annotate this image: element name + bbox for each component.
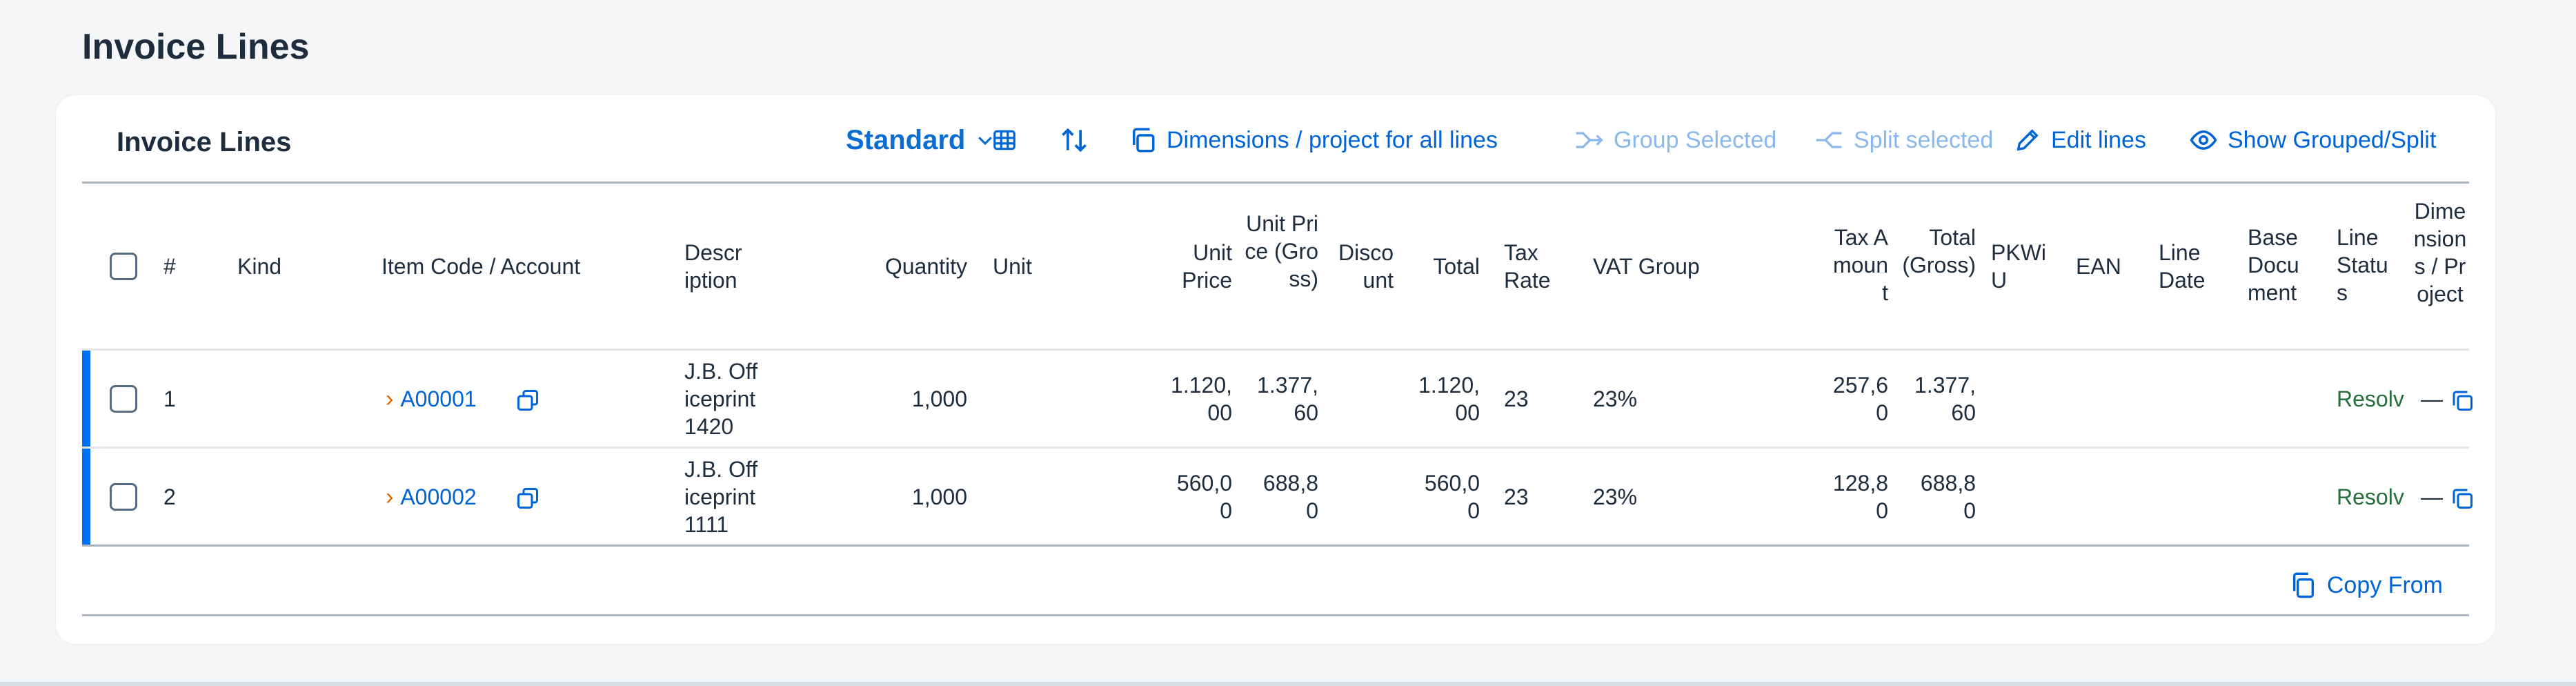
merge-icon xyxy=(1576,132,1603,148)
col-kind[interactable]: Kind xyxy=(237,253,341,280)
sort-icon xyxy=(1062,128,1087,153)
table-header: # Kind Item Code / Account Description Q… xyxy=(82,184,2469,351)
table-title: Invoice Lines xyxy=(117,127,292,157)
unit-price-cell: 1.120,00 xyxy=(1171,373,1232,425)
invoice-lines-card: Invoice Lines Standard Dimensions / proj… xyxy=(56,95,2495,644)
copy-from-label: Copy From xyxy=(2326,571,2443,598)
copy-from-button[interactable]: Copy From xyxy=(2290,571,2443,599)
item-code-link[interactable]: › A00001 xyxy=(386,385,524,413)
column-settings-button[interactable] xyxy=(991,123,1018,157)
col-dimensions[interactable]: Dimensions / Project xyxy=(2411,197,2469,308)
sort-button[interactable] xyxy=(1059,123,1089,157)
row-checkbox[interactable] xyxy=(110,385,137,413)
quantity-cell: 1,000 xyxy=(911,484,967,509)
row-number: 1 xyxy=(164,386,176,411)
item-code-link[interactable]: › A00002 xyxy=(386,483,524,511)
description-cell: J.B. Officeprint 1420 xyxy=(684,359,758,439)
col-unit[interactable]: Unit xyxy=(993,253,1076,280)
split-selected-label: Split selected xyxy=(1854,126,1994,153)
row-checkbox[interactable] xyxy=(110,483,137,511)
col-pkwiu[interactable]: PKWiU xyxy=(1991,239,2054,294)
copy-icon xyxy=(2292,572,2314,598)
col-unit-price-gross[interactable]: Unit Price (Gross) xyxy=(1241,210,1318,293)
col-quantity[interactable]: Quantity xyxy=(772,253,967,280)
show-grouped-split-button[interactable]: Show Grouped/Split xyxy=(2189,123,2436,157)
total-gross-cell: 688,80 xyxy=(1920,471,1976,523)
dimensions-cell: — xyxy=(2421,386,2443,411)
description-cell: J.B. Officeprint 1111 xyxy=(684,457,758,537)
tax-rate-cell: 23 xyxy=(1504,484,1529,509)
col-vat-group[interactable]: VAT Group xyxy=(1593,253,1731,280)
dimensions-icon[interactable] xyxy=(2450,388,2475,413)
eye-icon xyxy=(2190,130,2217,150)
copy-stack-icon xyxy=(1133,128,1155,153)
row-selection-indicator xyxy=(82,449,90,545)
table-toolbar: Invoice Lines Standard Dimensions / proj… xyxy=(82,95,2469,184)
unit-price-gross-cell: 1.377,60 xyxy=(1257,373,1318,425)
edit-lines-label: Edit lines xyxy=(2051,126,2146,153)
pencil-icon xyxy=(2017,129,2039,151)
col-total-gross[interactable]: Total (Gross) xyxy=(1900,224,1976,279)
unit-price-cell: 560,00 xyxy=(1176,471,1232,523)
dimensions-icon[interactable] xyxy=(2450,486,2475,511)
vat-group-cell: 23% xyxy=(1593,484,1638,509)
col-num[interactable]: # xyxy=(164,253,191,280)
table-row[interactable]: 1 › A00001 J.B. Officeprint 1420 1,000 1… xyxy=(82,351,2473,449)
col-line-status[interactable]: Line Status xyxy=(2337,224,2399,306)
table-settings-icon xyxy=(993,130,1015,150)
variant-selector[interactable]: Standard xyxy=(846,123,995,157)
show-grouped-split-label: Show Grouped/Split xyxy=(2228,126,2437,153)
row-selection-indicator xyxy=(82,351,90,447)
dimensions-all-lines-button[interactable]: Dimensions / project for all lines xyxy=(1128,123,1498,157)
col-description[interactable]: Description xyxy=(684,239,744,294)
line-status-cell: Resolv xyxy=(2337,386,2404,411)
total-cell: 1.120,00 xyxy=(1418,373,1480,425)
col-item-code[interactable]: Item Code / Account xyxy=(382,253,644,280)
table-row[interactable]: 2 › A00002 J.B. Officeprint 1111 1,000 5… xyxy=(82,449,2473,547)
dimensions-all-lines-label: Dimensions / project for all lines xyxy=(1167,126,1498,153)
col-total[interactable]: Total xyxy=(1407,253,1480,280)
line-status-cell: Resolv xyxy=(2337,484,2404,509)
select-all-checkbox[interactable] xyxy=(110,253,137,280)
vat-group-cell: 23% xyxy=(1593,386,1638,411)
unit-price-gross-cell: 688,80 xyxy=(1262,471,1318,523)
tax-rate-cell: 23 xyxy=(1504,386,1529,411)
col-tax-rate[interactable]: Tax Rate xyxy=(1504,239,1559,294)
split-icon xyxy=(1816,132,1842,148)
row-number: 2 xyxy=(164,484,176,509)
chevron-right-icon: › xyxy=(386,484,394,510)
total-cell: 560,00 xyxy=(1424,471,1480,523)
item-code-text: A00002 xyxy=(400,484,477,509)
page-title: Invoice Lines xyxy=(82,27,310,67)
bottom-divider xyxy=(0,682,2576,686)
tax-amount-cell: 128,80 xyxy=(1832,471,1888,523)
col-ean[interactable]: EAN xyxy=(2076,253,2138,280)
split-selected-button[interactable]: Split selected xyxy=(1814,123,1993,157)
col-base-document[interactable]: Base Document xyxy=(2248,224,2310,306)
group-selected-button[interactable]: Group Selected xyxy=(1574,123,1776,157)
total-gross-cell: 1.377,60 xyxy=(1914,373,1976,425)
item-code-text: A00001 xyxy=(400,386,477,411)
dimensions-cell: — xyxy=(2421,484,2443,509)
tax-amount-cell: 257,60 xyxy=(1832,373,1888,425)
col-line-date[interactable]: Line Date xyxy=(2159,239,2214,294)
variant-label: Standard xyxy=(846,124,966,155)
col-discount[interactable]: Discount xyxy=(1329,239,1394,294)
copy-icon[interactable] xyxy=(515,388,540,413)
copy-icon[interactable] xyxy=(515,486,540,511)
edit-lines-button[interactable]: Edit lines xyxy=(2014,123,2146,157)
chevron-right-icon: › xyxy=(386,386,394,412)
footer-divider xyxy=(82,614,2469,616)
quantity-cell: 1,000 xyxy=(911,386,967,411)
col-unit-price[interactable]: Unit Price xyxy=(1158,239,1232,294)
col-tax-amount[interactable]: Tax Amount xyxy=(1827,224,1888,306)
group-selected-label: Group Selected xyxy=(1614,126,1777,153)
